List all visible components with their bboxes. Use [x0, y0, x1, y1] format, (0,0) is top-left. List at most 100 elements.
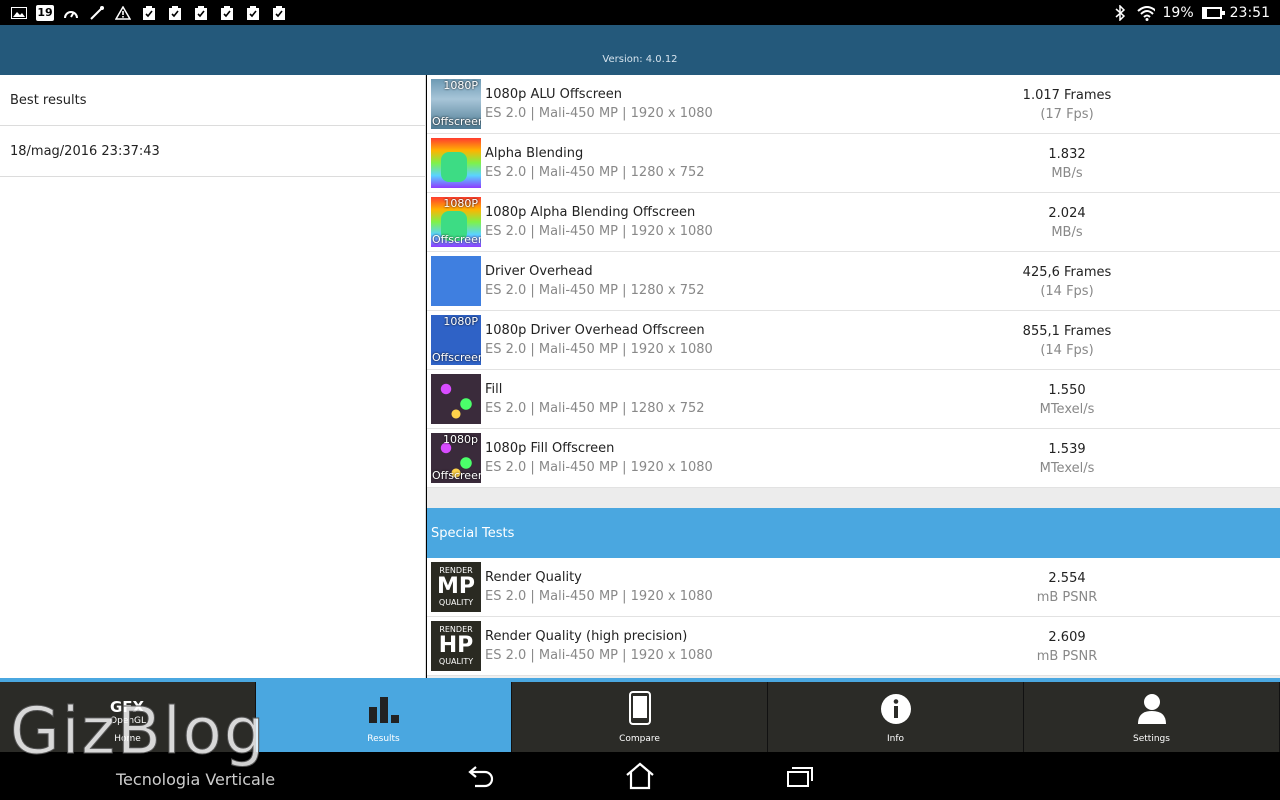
test-config: ES 2.0 | Mali-450 MP | 1920 x 1080: [485, 460, 713, 475]
nav-info[interactable]: Info: [768, 682, 1024, 752]
back-icon: [468, 766, 494, 788]
gallery-icon: [10, 5, 28, 21]
result-row-alu-offscreen[interactable]: 1080P Offscreen 1080p ALU Offscreen ES 2…: [427, 75, 1280, 134]
home-button[interactable]: [615, 756, 665, 796]
test-title: 1080p Alpha Blending Offscreen: [485, 205, 696, 220]
test-title: Driver Overhead: [485, 264, 593, 279]
result-row-fill[interactable]: Fill ES 2.0 | Mali-450 MP | 1280 x 752 1…: [427, 370, 1280, 429]
test-score: 2.554: [1048, 571, 1086, 586]
nav-results[interactable]: Results: [256, 682, 512, 752]
render-quality-hp-badge: RENDER HP QUALITY: [431, 621, 481, 671]
test-score: 855,1 Frames: [1022, 324, 1112, 339]
test-thumbnail: 1080p Offscreen: [431, 433, 481, 483]
render-quality-badge: RENDER MP QUALITY: [431, 562, 481, 612]
badge-bottom-label: QUALITY: [438, 598, 474, 607]
test-thumbnail: 1080P Offscreen: [431, 197, 481, 247]
result-row-fill-offscreen[interactable]: 1080p Offscreen 1080p Fill Offscreen ES …: [427, 429, 1280, 488]
nav-settings-label: Settings: [1133, 734, 1170, 744]
test-unit: (14 Fps): [1040, 284, 1094, 299]
test-title: Fill: [485, 382, 503, 397]
test-unit: MTexel/s: [1039, 461, 1095, 476]
test-config: ES 2.0 | Mali-450 MP | 1920 x 1080: [485, 648, 713, 663]
test-title: 1080p Driver Overhead Offscreen: [485, 323, 705, 338]
magic-wand-icon: [88, 5, 106, 21]
test-title: 1080p Fill Offscreen: [485, 441, 615, 456]
thumb-resolution-label: 1080P: [443, 315, 478, 328]
result-session-item[interactable]: 18/mag/2016 23:37:43: [0, 126, 425, 177]
test-unit: MB/s: [1051, 166, 1083, 181]
nav-compare[interactable]: Compare: [512, 682, 768, 752]
bottom-navigation: GFX OpenGL Home Results Compare Info Set…: [0, 678, 1280, 752]
warning-icon: [114, 5, 132, 21]
battery-icon: [1201, 6, 1225, 19]
result-row-alpha-blending[interactable]: Alpha Blending ES 2.0 | Mali-450 MP | 12…: [427, 134, 1280, 193]
test-title: Alpha Blending: [485, 146, 584, 161]
recents-button[interactable]: [775, 756, 825, 796]
test-score: 1.550: [1048, 383, 1086, 398]
gfx-logo-subtext: OpenGL: [110, 716, 147, 726]
speedometer-icon: [62, 5, 80, 21]
result-row-render-quality-hp[interactable]: RENDER HP QUALITY Render Quality (high p…: [427, 617, 1280, 676]
clipboard-check-icon: [218, 5, 236, 21]
thumb-resolution-label: 1080P: [443, 197, 478, 210]
back-button[interactable]: [455, 756, 505, 796]
clock: 23:51: [1229, 4, 1270, 21]
result-row-render-quality[interactable]: RENDER MP QUALITY Render Quality ES 2.0 …: [427, 558, 1280, 617]
test-score: 1.832: [1048, 147, 1086, 162]
test-thumbnail: 1080P Offscreen: [431, 79, 481, 129]
test-thumbnail: [431, 374, 481, 424]
results-list-panel: Best results 18/mag/2016 23:37:43: [0, 75, 426, 678]
badge-mid-label: HP: [438, 633, 474, 658]
home-icon: [626, 762, 654, 790]
result-row-alpha-blending-offscreen[interactable]: 1080P Offscreen 1080p Alpha Blending Off…: [427, 193, 1280, 252]
result-row-driver-overhead-offscreen[interactable]: 1080P Offscreen 1080p Driver Overhead Of…: [427, 311, 1280, 370]
test-config: ES 2.0 | Mali-450 MP | 1920 x 1080: [485, 342, 713, 357]
nav-results-label: Results: [367, 734, 400, 744]
test-unit: mB PSNR: [1036, 590, 1098, 605]
section-spacer: [427, 488, 1280, 508]
badge-bottom-label: QUALITY: [438, 657, 474, 666]
result-row-driver-overhead[interactable]: Driver Overhead ES 2.0 | Mali-450 MP | 1…: [427, 252, 1280, 311]
app-bar: Version: 4.0.12: [0, 25, 1280, 75]
bluetooth-icon: [1111, 4, 1129, 21]
thumb-offscreen-label: Offscreen: [432, 351, 481, 364]
wifi-icon: [1136, 5, 1155, 21]
phone-icon: [628, 691, 652, 728]
test-title: Render Quality (high precision): [485, 629, 688, 644]
test-config: ES 2.0 | Mali-450 MP | 1280 x 752: [485, 165, 705, 180]
test-unit: (17 Fps): [1040, 107, 1094, 122]
recents-icon: [787, 767, 813, 787]
test-config: ES 2.0 | Mali-450 MP | 1920 x 1080: [485, 224, 713, 239]
test-unit: (14 Fps): [1040, 343, 1094, 358]
nav-settings[interactable]: Settings: [1024, 682, 1280, 752]
thumb-resolution-label: 1080P: [443, 79, 478, 92]
test-title: 1080p ALU Offscreen: [485, 87, 623, 102]
test-config: ES 2.0 | Mali-450 MP | 1920 x 1080: [485, 106, 713, 121]
badge-mid-label: MP: [436, 574, 476, 599]
clipboard-check-icon: [192, 5, 210, 21]
test-config: ES 2.0 | Mali-450 MP | 1920 x 1080: [485, 589, 713, 604]
test-config: ES 2.0 | Mali-450 MP | 1280 x 752: [485, 401, 705, 416]
status-bar: 19 19% 23:51: [0, 0, 1280, 25]
calendar-icon: 19: [36, 4, 54, 21]
test-thumbnail: [431, 256, 481, 306]
thumb-resolution-label: 1080p: [443, 433, 478, 446]
test-score: 1.017 Frames: [1022, 88, 1112, 103]
results-detail-panel[interactable]: 1080P Offscreen 1080p ALU Offscreen ES 2…: [427, 75, 1280, 678]
system-navigation-bar: [0, 752, 1280, 800]
nav-home[interactable]: GFX OpenGL Home: [0, 682, 256, 752]
nav-compare-label: Compare: [619, 734, 660, 744]
info-icon: [880, 693, 912, 728]
clipboard-check-icon: [166, 5, 184, 21]
clipboard-check-icon: [244, 5, 262, 21]
test-thumbnail: 1080P Offscreen: [431, 315, 481, 365]
version-label: Version: 4.0.12: [602, 54, 678, 65]
test-title: Render Quality: [485, 570, 582, 585]
test-unit: MTexel/s: [1039, 402, 1095, 417]
nav-info-label: Info: [886, 734, 905, 744]
best-results-item[interactable]: Best results: [0, 75, 425, 126]
test-unit: MB/s: [1051, 225, 1083, 240]
test-score: 1.539: [1048, 442, 1086, 457]
test-score: 425,6 Frames: [1022, 265, 1112, 280]
test-thumbnail: [431, 138, 481, 188]
